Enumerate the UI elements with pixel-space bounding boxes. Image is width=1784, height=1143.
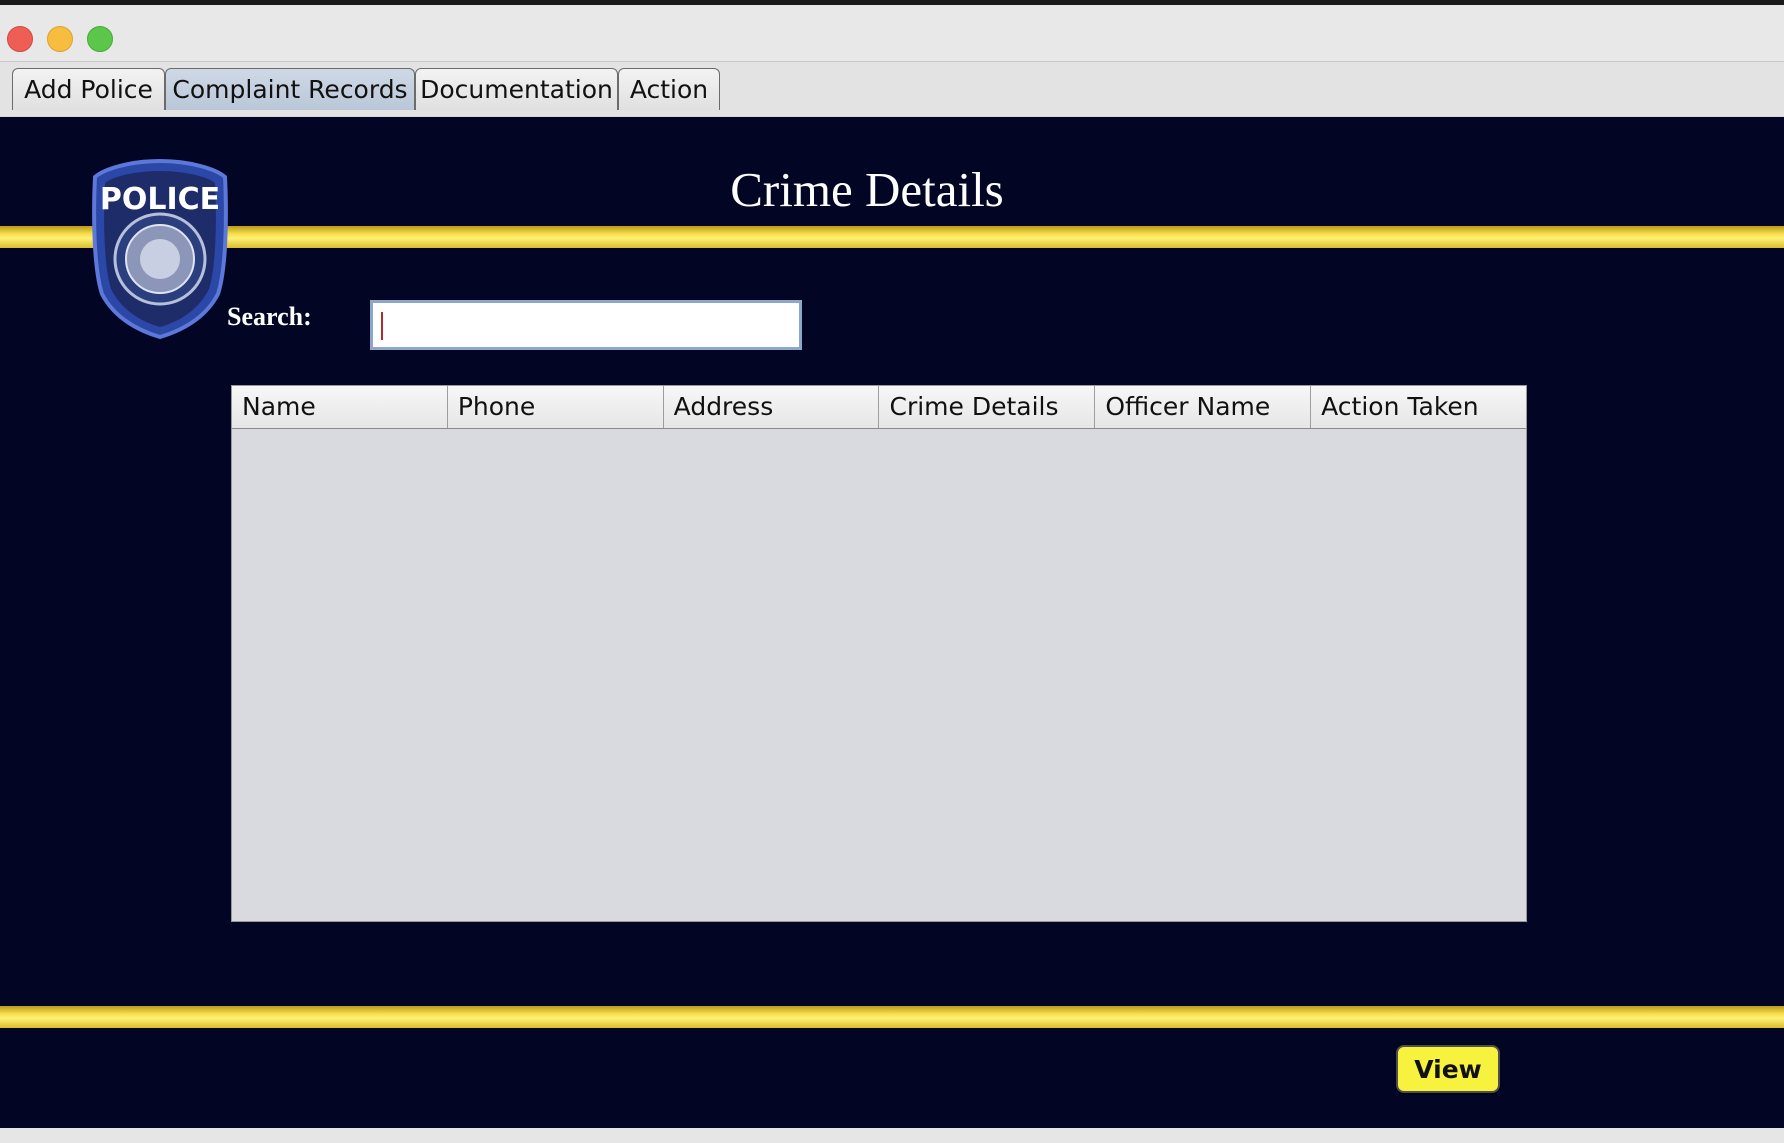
crime-details-table[interactable]: Name Phone Address Crime Details Officer… [231, 385, 1527, 922]
minimize-window-button[interactable] [47, 26, 73, 52]
column-header-name[interactable]: Name [232, 386, 448, 428]
close-window-button[interactable] [7, 26, 33, 52]
column-header-crime-details[interactable]: Crime Details [879, 386, 1096, 428]
view-button[interactable]: View [1396, 1045, 1500, 1093]
column-header-address[interactable]: Address [664, 386, 880, 428]
tab-bar: Add Police Complaint Records Documentati… [0, 62, 1784, 173]
police-badge-icon: POLICE [92, 159, 228, 339]
window-bottom-edge [0, 1128, 1784, 1143]
svg-text:POLICE: POLICE [100, 182, 220, 217]
table-header: Name Phone Address Crime Details Officer… [232, 386, 1526, 429]
column-header-action-taken[interactable]: Action Taken [1311, 386, 1526, 428]
tab-complaint-records[interactable]: Complaint Records [165, 68, 415, 110]
tab-documentation[interactable]: Documentation [415, 68, 618, 110]
column-header-phone[interactable]: Phone [448, 386, 664, 428]
window-titlebar [0, 0, 1784, 62]
page-title: Crime Details [730, 162, 1004, 217]
text-cursor [381, 312, 383, 340]
tab-action[interactable]: Action [618, 68, 720, 110]
complaint-records-panel: Crime Details POLICE Search: Name Phone … [0, 117, 1784, 1128]
maximize-window-button[interactable] [87, 26, 113, 52]
tab-add-police[interactable]: Add Police [12, 68, 165, 110]
column-header-officer-name[interactable]: Officer Name [1095, 386, 1312, 428]
top-yellow-stripe [0, 226, 1784, 248]
search-input[interactable] [370, 300, 802, 350]
bottom-yellow-stripe [0, 1006, 1784, 1028]
search-label: Search: [227, 302, 312, 331]
